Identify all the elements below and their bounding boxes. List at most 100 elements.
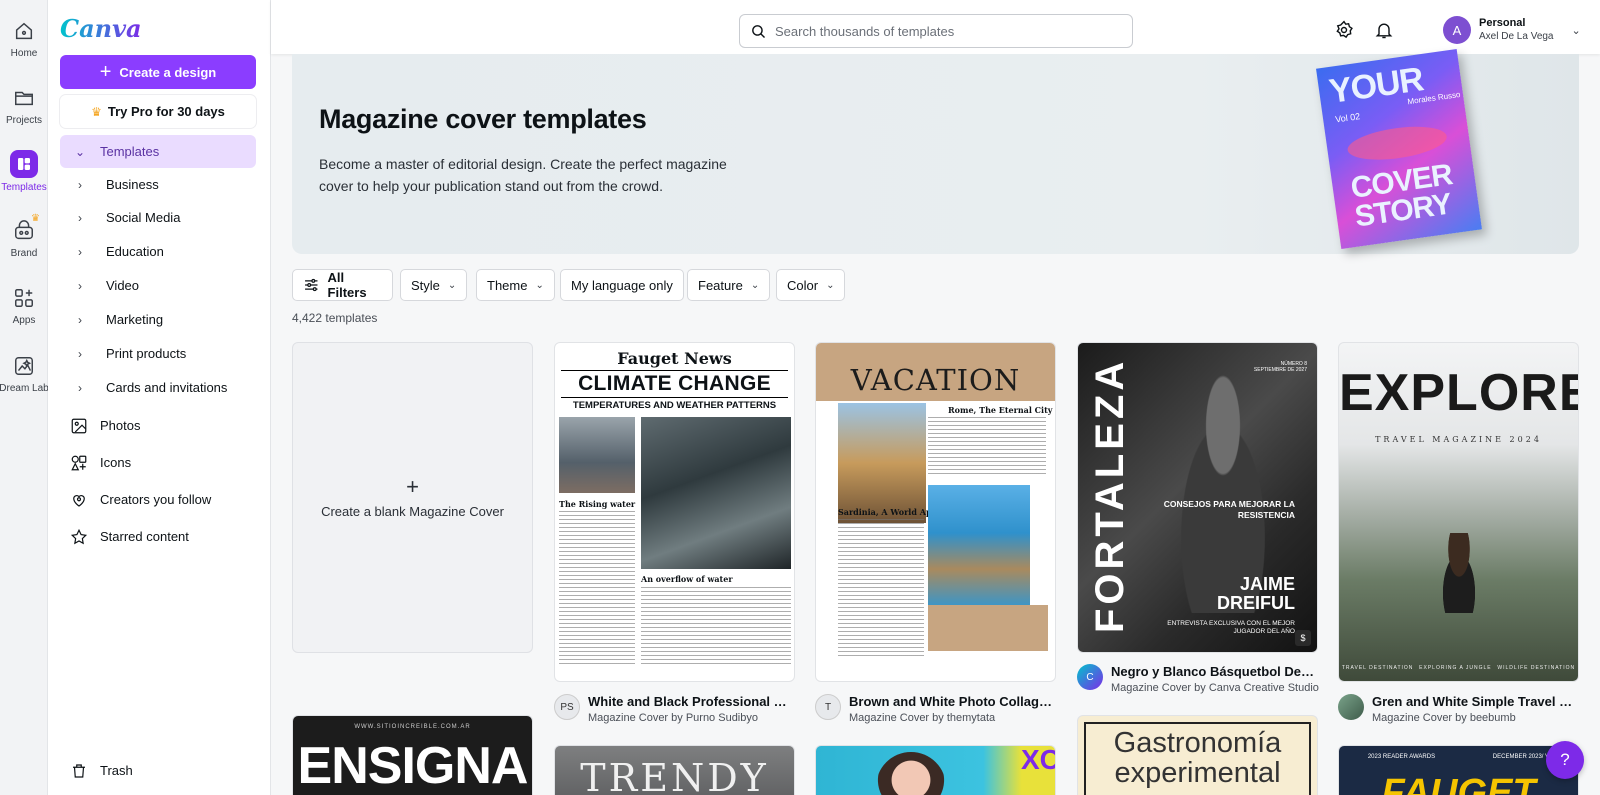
template-card-xc[interactable]: XC (815, 745, 1056, 795)
shapes-icon (71, 455, 87, 470)
home-icon (15, 22, 33, 40)
filter-my-language-only[interactable]: My language only (560, 269, 684, 301)
template-card-trendy[interactable]: TRENDY (554, 745, 795, 795)
bell-icon[interactable] (1374, 20, 1394, 40)
account-plan: Personal (1479, 17, 1526, 30)
filter-theme[interactable]: Theme ⌄ (476, 269, 555, 301)
sidebar-category-social-media[interactable]: › Social Media (60, 201, 256, 234)
chevron-down-icon: ⌄ (535, 279, 544, 291)
sidebar-item-photos[interactable]: Photos (60, 409, 256, 442)
template-card-4[interactable]: EXPLORE TRAVEL MAGAZINE 2024 TRAVEL DEST… (1338, 342, 1579, 682)
chevron-right-icon: › (78, 210, 82, 225)
sidebar-category-business[interactable]: › Business (60, 168, 256, 201)
top-header: A Personal Axel De La Vega ⌄ (271, 0, 1600, 54)
chevron-right-icon: › (78, 380, 82, 395)
rail-dream-lab[interactable]: Dream Lab (0, 355, 49, 415)
chevron-right-icon: › (78, 312, 82, 327)
sidebar-category-print-products[interactable]: › Print products (60, 337, 256, 370)
template-title: White and Black Professional Mag... (588, 694, 796, 709)
chevron-down-icon: ⌄ (447, 279, 457, 291)
search-input[interactable] (775, 23, 1105, 39)
filter-feature[interactable]: Feature ⌄ (687, 269, 771, 301)
chevron-down-icon: ⌄ (74, 144, 86, 159)
star-icon (70, 528, 88, 544)
template-count: 4,422 templates (292, 311, 378, 325)
filter-sliders-icon (305, 278, 318, 292)
apps-icon (15, 289, 33, 307)
avatar[interactable]: A (1443, 16, 1471, 44)
creator-avatar: PS (554, 694, 580, 720)
template-card-fauget[interactable]: 2023 READER AWARDS DECEMBER 2023/ V FAUGE… (1338, 745, 1579, 795)
template-card-1-meta[interactable]: PS White and Black Professional Mag... M… (554, 694, 796, 724)
sidebar-category-cards-invitations[interactable]: › Cards and invitations (60, 371, 256, 404)
sidebar-item-creators-you-follow[interactable]: Creators you follow (60, 483, 256, 516)
sidebar-category-marketing[interactable]: › Marketing (60, 303, 256, 336)
crown-icon: ♛ (91, 104, 102, 119)
chevron-right-icon: › (78, 278, 82, 293)
crown-icon: ♛ (31, 213, 40, 224)
rail-templates[interactable]: Templates (0, 150, 48, 210)
rail-home[interactable]: Home (0, 20, 48, 80)
rail-brand[interactable]: Brand (0, 220, 48, 280)
template-card-ensigna[interactable]: WWW.SITIOINCREIBLE.COM.AR ENSIGNA (292, 715, 533, 795)
account-name: Axel De La Vega (1479, 30, 1554, 42)
chevron-down-icon: ⌄ (750, 279, 760, 291)
canva-logo[interactable]: Canva (60, 14, 142, 43)
template-creator: Magazine Cover by Canva Creative Studio (1111, 682, 1319, 694)
sidebar-item-starred-content[interactable]: Starred content (60, 520, 256, 553)
search-icon (752, 24, 766, 38)
hero-banner: Magazine cover templates Become a master… (292, 49, 1579, 254)
plus-icon: + (406, 474, 419, 499)
help-button[interactable]: ? (1546, 741, 1584, 779)
try-pro-button[interactable]: ♛ Try Pro for 30 days (60, 95, 256, 128)
sidebar-category-education[interactable]: › Education (60, 235, 256, 268)
sidebar: Canva + Create a design ♛ Try Pro for 30… (48, 0, 271, 795)
filter-color[interactable]: Color ⌄ (776, 269, 846, 301)
all-filters-button[interactable]: All Filters (292, 269, 393, 301)
template-creator: Magazine Cover by beebumb (1372, 712, 1516, 724)
sidebar-item-trash[interactable]: Trash (60, 754, 256, 787)
create-blank-card[interactable]: + Create a blank Magazine Cover (292, 342, 533, 653)
banner-cover-image: YOUR Vol 02 Morales Russo COVER STORY (1316, 49, 1482, 249)
template-title: Gren and White Simple Travel Mag... (1372, 694, 1580, 709)
template-card-3[interactable]: NÚMERO 8SEPTIEMBRE DE 2027 FORTALEZA CON… (1077, 342, 1318, 653)
folder-icon (15, 91, 33, 106)
chevron-right-icon: › (78, 244, 82, 259)
canva-creator-avatar: C (1077, 664, 1103, 690)
chevron-down-icon[interactable]: ⌄ (1572, 24, 1581, 37)
rail-projects[interactable]: Projects (0, 87, 48, 147)
search-box[interactable] (739, 14, 1133, 48)
sidebar-category-video[interactable]: › Video (60, 269, 256, 302)
chevron-right-icon: › (78, 346, 82, 361)
template-card-2[interactable]: VACATION Rome, The Eternal City Sardinia… (815, 342, 1056, 682)
page-title: Magazine cover templates (319, 104, 647, 134)
plus-icon: + (99, 61, 112, 83)
filter-style[interactable]: Style ⌄ (400, 269, 468, 301)
template-creator: Magazine Cover by themytata (849, 712, 996, 724)
trash-icon (73, 763, 85, 778)
left-rail: Home Projects Templates Brand ♛ Apps Dre… (0, 0, 49, 795)
template-card-3-meta[interactable]: C Negro y Blanco Básquetbol Depor... Mag… (1077, 664, 1319, 694)
pro-badge-icon: $ (1295, 630, 1311, 646)
account-menu[interactable]: A Personal Axel De La Vega ⌄ (1443, 16, 1581, 44)
chevron-down-icon: ⌄ (826, 279, 835, 291)
create-design-button[interactable]: + Create a design (60, 55, 256, 89)
sidebar-item-templates[interactable]: ⌄ Templates (60, 135, 256, 168)
template-title: Negro y Blanco Básquetbol Depor... (1111, 664, 1319, 679)
photos-icon (71, 418, 87, 433)
template-card-gastronomia[interactable]: Gastronomía experimental (1077, 715, 1318, 795)
template-title: Brown and White Photo Collage Tr... (849, 694, 1057, 709)
chevron-right-icon: › (78, 177, 82, 192)
template-card-2-meta[interactable]: T Brown and White Photo Collage Tr... Ma… (815, 694, 1057, 724)
settings-icon[interactable] (1334, 20, 1354, 40)
dream-lab-icon (15, 357, 33, 375)
sidebar-item-icons[interactable]: Icons (60, 446, 256, 479)
template-card-1[interactable]: Fauget News CLIMATE CHANGE TEMPERATURES … (554, 342, 795, 682)
page-description: Become a master of editorial design. Cre… (319, 156, 727, 194)
creator-avatar: T (815, 694, 841, 720)
creator-avatar (1338, 694, 1364, 720)
rail-apps[interactable]: Apps (0, 287, 48, 347)
heart-icon (73, 494, 85, 507)
template-creator: Magazine Cover by Purno Sudibyo (588, 712, 758, 724)
template-card-4-meta[interactable]: Gren and White Simple Travel Mag... Maga… (1338, 694, 1580, 724)
